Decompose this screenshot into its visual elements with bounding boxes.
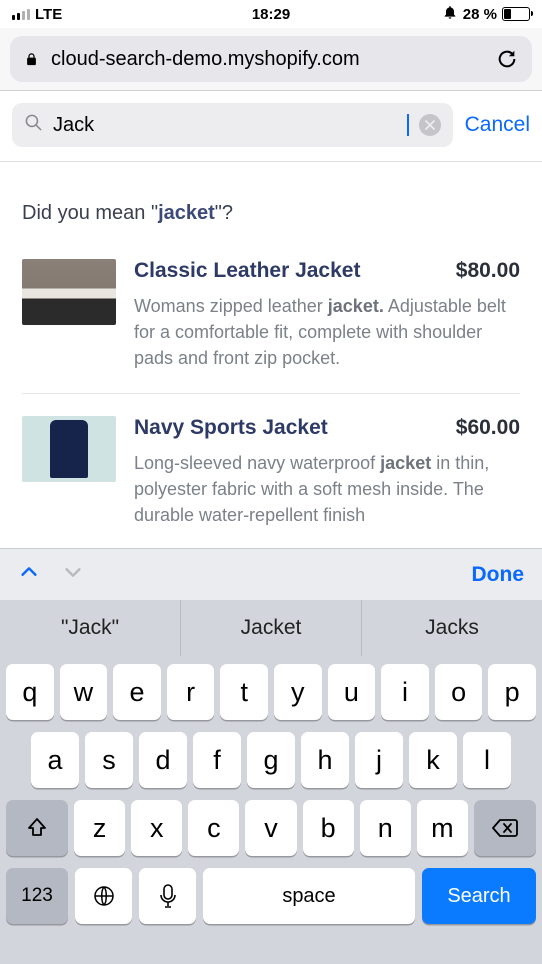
search-result[interactable]: Classic Leather Jacket $80.00 Womans zippe… [22, 251, 520, 393]
address-bar[interactable]: cloud-search-demo.myshopify.com [10, 36, 532, 82]
result-description: Womans zipped leather jacket. Adjustable… [134, 293, 520, 371]
keyboard-suggestions: "Jack" Jacket Jacks [0, 600, 542, 656]
key-t[interactable]: t [220, 664, 268, 720]
result-price: $80.00 [456, 259, 520, 283]
key-g[interactable]: g [247, 732, 295, 788]
result-thumbnail [22, 259, 116, 325]
dym-term[interactable]: jacket [158, 202, 215, 224]
key-c[interactable]: c [188, 800, 239, 856]
key-d[interactable]: d [139, 732, 187, 788]
clear-search-icon[interactable] [419, 114, 441, 136]
result-price: $60.00 [456, 416, 520, 440]
keyboard-row-3: zxcvbnm [6, 800, 536, 856]
cancel-button[interactable]: Cancel [465, 113, 530, 137]
key-v[interactable]: v [245, 800, 296, 856]
next-field-button[interactable] [62, 561, 84, 588]
clock: 18:29 [162, 6, 380, 23]
key-s[interactable]: s [85, 732, 133, 788]
suggestion-2[interactable]: Jacks [361, 600, 542, 656]
status-bar: LTE 18:29 28 % [0, 0, 542, 28]
result-title[interactable]: Navy Sports Jacket [134, 416, 328, 440]
did-you-mean[interactable]: Did you mean "jacket"? [22, 202, 520, 225]
search-result[interactable]: Navy Sports Jacket $60.00 Long-sleeved nav… [22, 393, 520, 550]
text-caret [407, 114, 409, 136]
backspace-key[interactable] [474, 800, 536, 856]
space-key[interactable]: space [203, 868, 415, 924]
key-a[interactable]: a [31, 732, 79, 788]
globe-key[interactable] [75, 868, 132, 924]
key-p[interactable]: p [488, 664, 536, 720]
status-left: LTE [12, 6, 162, 23]
key-y[interactable]: y [274, 664, 322, 720]
result-thumbnail [22, 416, 116, 482]
alarm-icon [442, 4, 458, 24]
search-key[interactable]: Search [422, 868, 536, 924]
lock-icon [24, 51, 39, 68]
search-row: Cancel [0, 91, 542, 162]
status-right: 28 % [380, 4, 530, 24]
key-w[interactable]: w [60, 664, 108, 720]
url-text: cloud-search-demo.myshopify.com [51, 48, 360, 71]
key-j[interactable]: j [355, 732, 403, 788]
key-x[interactable]: x [131, 800, 182, 856]
result-description: Long-sleeved navy waterproof jacket in t… [134, 450, 520, 528]
browser-toolbar: cloud-search-demo.myshopify.com [0, 28, 542, 91]
key-m[interactable]: m [417, 800, 468, 856]
key-h[interactable]: h [301, 732, 349, 788]
key-e[interactable]: e [113, 664, 161, 720]
key-o[interactable]: o [435, 664, 483, 720]
search-input[interactable] [53, 114, 403, 137]
key-n[interactable]: n [360, 800, 411, 856]
keyboard: qwertyuiop asdfghjkl zxcvbnm 123 space S… [0, 656, 542, 964]
shift-key[interactable] [6, 800, 68, 856]
battery-pct: 28 % [463, 6, 497, 23]
key-k[interactable]: k [409, 732, 457, 788]
reload-icon[interactable] [496, 48, 518, 70]
result-title[interactable]: Classic Leather Jacket [134, 259, 360, 283]
signal-icon [12, 9, 30, 20]
key-u[interactable]: u [328, 664, 376, 720]
key-z[interactable]: z [74, 800, 125, 856]
done-button[interactable]: Done [472, 563, 525, 587]
key-i[interactable]: i [381, 664, 429, 720]
suggestion-1[interactable]: Jacket [180, 600, 361, 656]
dictation-key[interactable] [139, 868, 196, 924]
key-b[interactable]: b [303, 800, 354, 856]
key-q[interactable]: q [6, 664, 54, 720]
search-icon [24, 113, 43, 138]
search-field[interactable] [12, 103, 453, 147]
suggestion-0[interactable]: "Jack" [0, 600, 180, 656]
prev-field-button[interactable] [18, 561, 40, 588]
results-area: Did you mean "jacket"? Classic Leather J… [0, 162, 542, 551]
carrier-label: LTE [35, 6, 62, 23]
battery-icon [502, 7, 530, 21]
keyboard-accessory: Done [0, 548, 542, 600]
numeric-key[interactable]: 123 [6, 868, 68, 924]
key-r[interactable]: r [167, 664, 215, 720]
key-f[interactable]: f [193, 732, 241, 788]
key-l[interactable]: l [463, 732, 511, 788]
